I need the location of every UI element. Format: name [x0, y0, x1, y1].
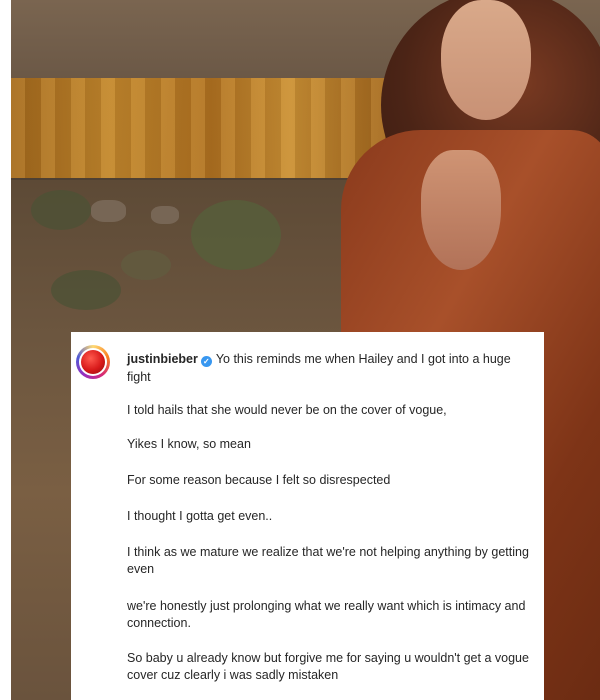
- woman-neckline: [421, 150, 501, 270]
- desert-shrub: [31, 190, 91, 230]
- desert-shrub: [51, 270, 121, 310]
- caption-paragraph: So baby u already know but forgive me fo…: [127, 651, 529, 682]
- caption-paragraph: I told hails that she would never be on …: [127, 403, 447, 417]
- caption-paragraph: For some reason because I felt so disres…: [127, 473, 391, 487]
- caption-paragraph: I thought I gotta get even..: [127, 509, 273, 523]
- profile-avatar[interactable]: [76, 345, 110, 379]
- username-link[interactable]: justinbieber: [127, 352, 198, 366]
- woman-face: [441, 0, 531, 120]
- desert-shrub: [191, 200, 281, 270]
- caption-paragraph: I think as we mature we realize that we'…: [127, 545, 529, 576]
- caption-first-line: justinbieber ✓ Yo this reminds me when Hai…: [127, 350, 537, 386]
- avatar-image: [81, 350, 105, 374]
- caption-paragraph: we're honestly just prolonging what we r…: [127, 599, 526, 630]
- desert-rock: [91, 200, 126, 222]
- desert-shrub: [121, 250, 171, 280]
- desert-rock: [151, 206, 179, 224]
- verified-badge-icon: ✓: [200, 356, 212, 367]
- mirrored-wall-glare: [11, 78, 411, 178]
- caption-paragraph: Yikes I know, so mean: [127, 437, 251, 451]
- instagram-caption-card: justinbieber ✓ Yo this reminds me when Hai…: [71, 332, 544, 700]
